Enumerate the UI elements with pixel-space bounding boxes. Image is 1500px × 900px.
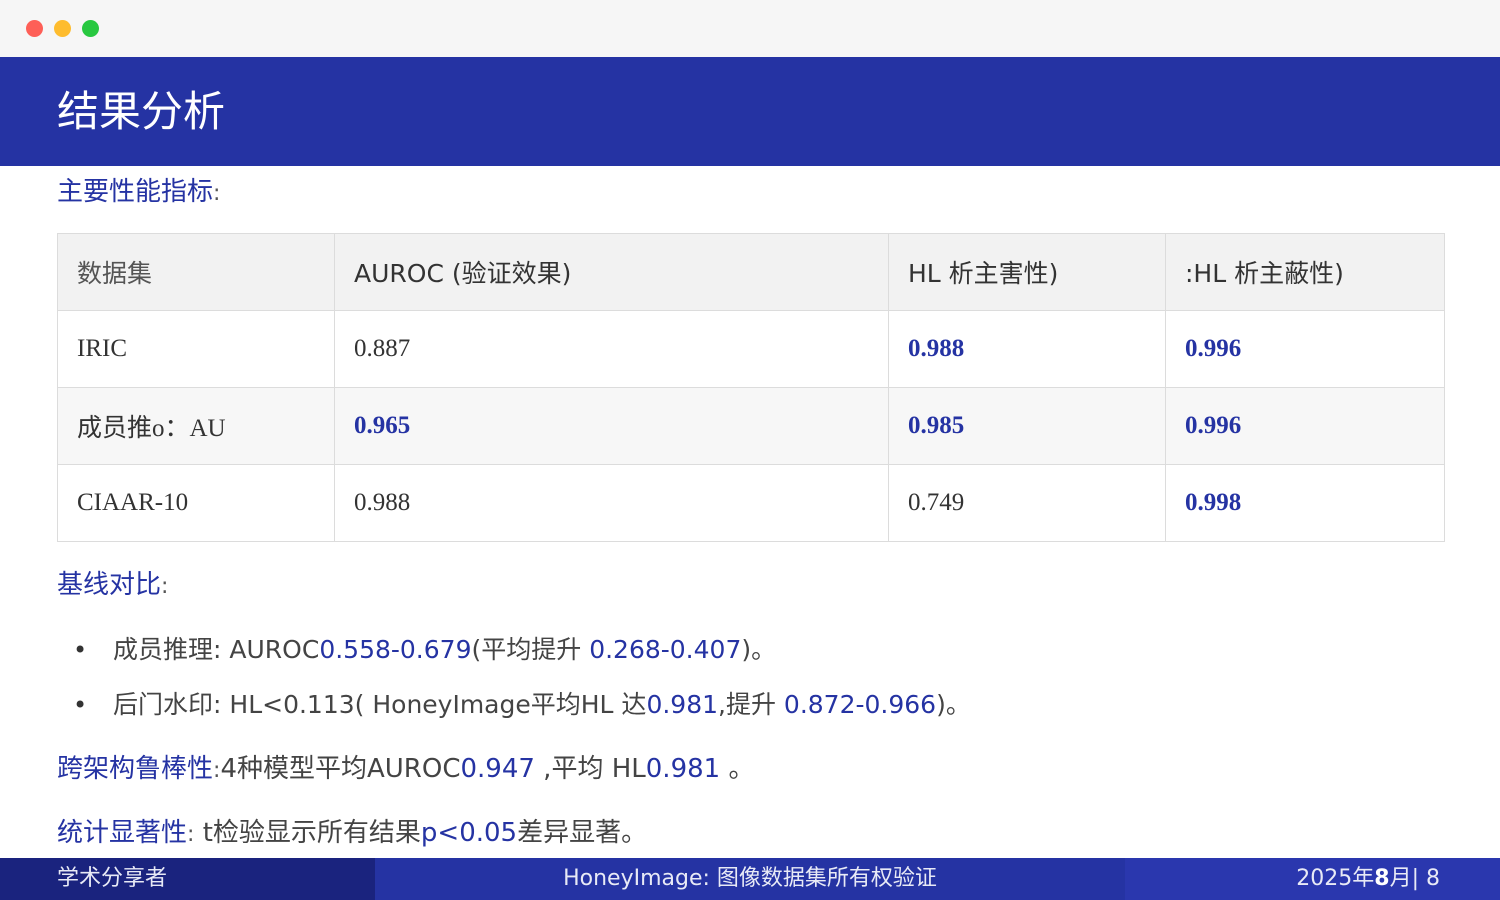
table-header-row: 数据集 AUROC (验证效果) HL 析主害性) :HL 析主蔽性): [57, 233, 1445, 311]
footer-date-month: 8: [1374, 866, 1390, 891]
baseline-bullet-list: 成员推理: AUROC0.558-0.679(平均提升 0.268-0.407)…: [57, 628, 1457, 738]
bullet-text: AUROC: [221, 635, 320, 664]
metrics-label-colon: :: [213, 181, 221, 206]
cell-dataset: CIAAR-10: [57, 464, 335, 542]
cell-auroc: 0.887: [334, 310, 889, 388]
significance-section: 统计显著性: t检验显示所有结果p<0.05差异显著。: [57, 815, 647, 853]
cell-hl-harm: 0.749: [888, 464, 1166, 542]
bullet-value: 0.268-0.407: [589, 635, 742, 664]
robustness-value: 0.947: [460, 754, 535, 784]
footer-date-page: 2025年8月| 8: [1125, 858, 1500, 900]
table-row: IRIC 0.887 0.988 0.996: [57, 310, 1445, 388]
bullet-text: (平均提升: [471, 635, 590, 664]
baseline-label-colon: :: [161, 574, 169, 599]
footer-page-number: 月| 8: [1389, 866, 1440, 891]
cell-hl-harm: 0.985: [888, 387, 1166, 465]
cell-dataset: IRIC: [57, 310, 335, 388]
cell-hl-stealth: 0.996: [1165, 387, 1445, 465]
metrics-label-text: 主要性能指标: [57, 177, 214, 207]
bullet-text: )。: [936, 690, 971, 719]
metrics-section-label: 主要性能指标:: [57, 174, 220, 212]
robustness-text: 4种模型平均AUROC: [220, 754, 461, 784]
cell-hl-stealth: 0.998: [1165, 464, 1445, 542]
cell-auroc: 0.988: [334, 464, 889, 542]
list-item: 后门水印: HL<0.113( HoneyImage平均HL 达0.981,提升…: [57, 683, 1457, 738]
baseline-label-text: 基线对比: [57, 570, 162, 600]
bullet-label: 后门水印: [113, 690, 214, 719]
bullet-label: 成员推理: [113, 635, 214, 664]
footer-title: HoneyImage: 图像数据集所有权验证: [375, 858, 1125, 900]
bullet-text: )。: [741, 635, 777, 664]
bullet-text: ,提升: [718, 690, 784, 719]
robustness-value: 0.981: [645, 754, 721, 784]
close-window-button[interactable]: [26, 20, 43, 37]
significance-value: p<0.05: [420, 818, 518, 848]
maximize-window-button[interactable]: [82, 20, 99, 37]
table-row: 成员推o：AU 0.965 0.985 0.996: [57, 387, 1445, 465]
robustness-label: 跨架构鲁棒性: [57, 754, 214, 784]
significance-text: 差异显著。: [517, 818, 648, 848]
robustness-text: 。: [720, 754, 755, 784]
minimize-window-button[interactable]: [54, 20, 71, 37]
footer-author: 学术分享者: [0, 858, 375, 900]
cell-hl-stealth: 0.996: [1165, 310, 1445, 388]
baseline-section-label: 基线对比:: [57, 567, 168, 605]
column-header-dataset: 数据集: [57, 233, 335, 311]
list-item: 成员推理: AUROC0.558-0.679(平均提升 0.268-0.407)…: [57, 628, 1457, 683]
table-row: CIAAR-10 0.988 0.749 0.998: [57, 464, 1445, 542]
cell-hl-harm: 0.988: [888, 310, 1166, 388]
bullet-value: 0.981: [646, 690, 719, 719]
column-header-hl-stealth: :HL 析主蔽性): [1165, 233, 1445, 311]
significance-label: 统计显著性: [57, 818, 188, 848]
column-header-auroc: AUROC (验证效果): [334, 233, 889, 311]
slide-title: 结果分析: [57, 87, 226, 136]
robustness-section: 跨架构鲁棒性:4种模型平均AUROC0.947 ,平均 HL0.981 。: [57, 751, 754, 789]
bullet-value: 0.558-0.679: [319, 635, 472, 664]
footer-date-prefix: 2025年: [1296, 866, 1375, 891]
cell-auroc: 0.965: [334, 387, 889, 465]
window-titlebar: [0, 0, 1500, 58]
bullet-value: 0.872-0.966: [783, 690, 937, 719]
significance-text: t检验显示所有结果: [194, 818, 421, 848]
metrics-table: 数据集 AUROC (验证效果) HL 析主害性) :HL 析主蔽性) IRIC…: [57, 233, 1445, 542]
bullet-text: HL<0.113( HoneyImage平均HL 达: [221, 690, 647, 719]
column-header-hl-harm: HL 析主害性): [888, 233, 1166, 311]
cell-dataset: 成员推o：AU: [57, 387, 335, 465]
slide-footer: 学术分享者 HoneyImage: 图像数据集所有权验证 2025年8月| 8: [0, 858, 1500, 900]
robustness-text: ,平均 HL: [534, 754, 646, 784]
